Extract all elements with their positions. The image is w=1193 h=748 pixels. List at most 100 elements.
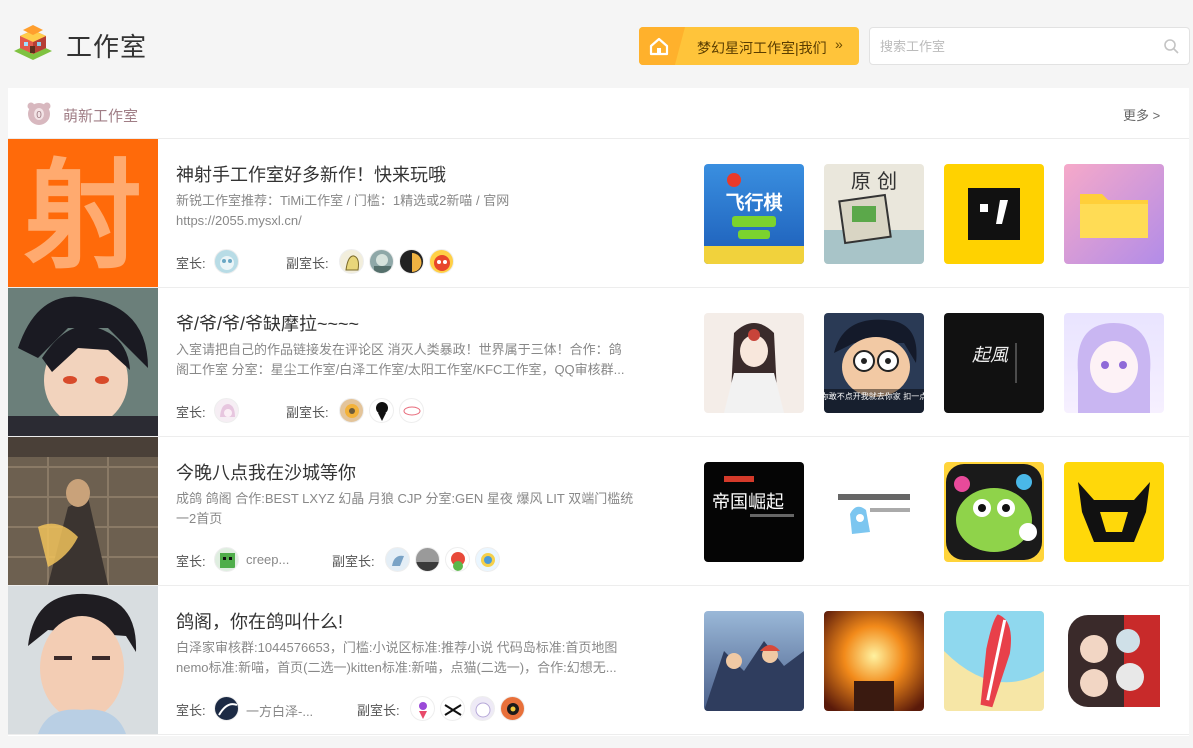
vice-owner-label: 副室长: [286, 405, 329, 420]
owners: 室长: 副室长: [176, 398, 696, 424]
game-thumbnail[interactable] [1064, 313, 1164, 413]
game-thumbnail[interactable] [1064, 611, 1164, 711]
vice-owner-avatar[interactable] [440, 696, 465, 721]
desc-line: 一2首页 [176, 511, 223, 526]
vice-owner-avatar[interactable] [470, 696, 495, 721]
owner-avatar[interactable] [214, 249, 239, 274]
studio-description: 成鸽 鸽阁 合作:BEST LXYZ 幻晶 月狼 CJP 分室:GEN 星夜 爆… [176, 489, 666, 529]
studio-title[interactable]: 今晚八点我在沙城等你 [176, 459, 356, 485]
game-title-text: 飞行棋 [725, 191, 782, 214]
studio-cover[interactable] [8, 437, 158, 585]
cover-calligraphy: 射 [24, 146, 142, 285]
owner-label: 室长: [176, 703, 206, 718]
studio-cover[interactable] [8, 288, 158, 436]
owner-label: 室长: [176, 554, 206, 569]
chevron-right-icon: » [835, 36, 843, 52]
game-title-text: 帝国崛起 [712, 492, 784, 513]
desc-line: 成鸽 鸽阁 合作:BEST LXYZ 幻晶 月狼 CJP 分室:GEN 星夜 爆… [176, 491, 634, 506]
section-header: 0 萌新工作室 更多 > [8, 88, 1189, 139]
game-title-text: 你敢不点开我就去你家 扣一点 [824, 391, 924, 401]
my-studio-button[interactable]: 梦幻星河工作室|我们 » [639, 27, 859, 65]
studio-description: 新锐工作室推荐：TiMi工作室 / 门槛：1精选或2新喵 / 官网 https:… [176, 191, 666, 231]
game-thumbnail[interactable] [944, 164, 1044, 264]
cover-image: 射 [8, 139, 158, 287]
studio-cover[interactable] [8, 586, 158, 734]
cover-image [8, 288, 158, 436]
game-title-text: 起風 [972, 345, 1009, 366]
game-list: 你敢不点开我就去你家 扣一点 起風 [704, 313, 1170, 413]
desc-line: 入室请把自己的作品链接发在评论区 消灭人类暴政！世界属于三体！合作：鸽 [176, 342, 622, 357]
game-thumbnail[interactable]: 帝国崛起 [704, 462, 804, 562]
game-thumbnail[interactable] [704, 611, 804, 711]
game-list: 帝国崛起 [704, 462, 1170, 562]
studio-title[interactable]: 爷/爷/爷/爷缺摩拉~~~~ [176, 310, 359, 336]
vice-owner-label: 副室长: [357, 703, 400, 718]
section-title: 萌新工作室 [63, 108, 139, 125]
vice-owner-label: 副室长: [332, 554, 375, 569]
studio-row[interactable]: 鸽阁，你在鸽叫什么! 白泽家审核群:1044576653，门槛:小说区标准:推荐… [8, 586, 1189, 735]
game-thumbnail[interactable] [944, 611, 1044, 711]
game-thumbnail[interactable] [944, 462, 1044, 562]
owner-avatar[interactable] [214, 547, 239, 572]
desc-line: 白泽家审核群:1044576653，门槛:小说区标准:推荐小说 代码岛标准:首页… [176, 640, 618, 655]
vice-owner-avatar[interactable] [339, 249, 364, 274]
vice-owner-avatar[interactable] [399, 249, 424, 274]
svg-text:0: 0 [36, 110, 42, 121]
studio-title[interactable]: 神射手工作室好多新作！快来玩哦 [176, 161, 446, 187]
game-thumbnail[interactable] [1064, 462, 1164, 562]
vice-owner-avatar[interactable] [415, 547, 440, 572]
desc-line: 阁工作室 分室：星尘工作室/白泽工作室/太阳工作室/KFC工作室，QQ审核群..… [176, 362, 625, 377]
studio-description: 白泽家审核群:1044576653，门槛:小说区标准:推荐小说 代码岛标准:首页… [176, 638, 666, 678]
game-title-text: 原 创 [851, 169, 897, 193]
studio-description: 入室请把自己的作品链接发在评论区 消灭人类暴政！世界属于三体！合作：鸽 阁工作室… [176, 340, 666, 380]
studio-list-panel: 0 萌新工作室 更多 > 射 神射手工作室好多新作！快来玩哦 新锐工作室推荐：T… [8, 88, 1189, 736]
search-icon[interactable] [1163, 38, 1179, 54]
game-thumbnail[interactable]: 你敢不点开我就去你家 扣一点 [824, 313, 924, 413]
owners: 室长: 一方白泽-... 副室长: [176, 696, 696, 722]
game-thumbnail[interactable] [824, 611, 924, 711]
cover-image [8, 586, 158, 734]
studio-row[interactable]: 射 神射手工作室好多新作！快来玩哦 新锐工作室推荐：TiMi工作室 / 门槛：1… [8, 139, 1189, 288]
game-thumbnail[interactable] [1064, 164, 1164, 264]
owners: 室长: 副室长: [176, 249, 696, 275]
studio-house-icon [14, 25, 52, 60]
owner-name[interactable]: creep... [246, 552, 289, 567]
studio-cover[interactable]: 射 [8, 139, 158, 287]
page-title: 工作室 [66, 32, 148, 62]
game-thumbnail[interactable]: 原 创 [824, 164, 924, 264]
game-list: 飞行棋 原 创 [704, 164, 1170, 264]
vice-owner-avatar[interactable] [369, 398, 394, 423]
level-badge-icon: 0 [27, 102, 51, 125]
vice-owner-avatar[interactable] [429, 249, 454, 274]
owners: 室长: creep... 副室长: [176, 547, 696, 573]
vice-owner-avatar[interactable] [445, 547, 470, 572]
studio-search [869, 27, 1190, 65]
game-thumbnail[interactable]: 飞行棋 [704, 164, 804, 264]
studio-row[interactable]: 爷/爷/爷/爷缺摩拉~~~~ 入室请把自己的作品链接发在评论区 消灭人类暴政！世… [8, 288, 1189, 437]
vice-owner-avatar[interactable] [475, 547, 500, 572]
home-icon [649, 37, 669, 56]
desc-line: nemo标准:新喵，首页(二选一)kitten标准:新喵，点猫(二选一)，合作:… [176, 660, 617, 675]
vice-owner-avatar[interactable] [399, 398, 424, 423]
vice-owner-avatar[interactable] [385, 547, 410, 572]
desc-line: https://2055.mysxl.cn/ [176, 213, 302, 228]
owner-name[interactable]: 一方白泽-... [246, 701, 313, 720]
more-link[interactable]: 更多 > [1123, 105, 1160, 124]
game-thumbnail[interactable] [704, 313, 804, 413]
game-thumbnail[interactable] [824, 462, 924, 562]
my-studio-label: 梦幻星河工作室|我们 [697, 40, 827, 56]
game-thumbnail[interactable]: 起風 [944, 313, 1044, 413]
owner-avatar[interactable] [214, 398, 239, 423]
vice-owner-avatar[interactable] [500, 696, 525, 721]
owner-label: 室长: [176, 405, 206, 420]
vice-owner-avatar[interactable] [369, 249, 394, 274]
desc-line: 新锐工作室推荐：TiMi工作室 / 门槛：1精选或2新喵 / 官网 [176, 193, 510, 208]
search-input[interactable] [880, 36, 1150, 56]
owner-avatar[interactable] [214, 696, 239, 721]
cover-image [8, 437, 158, 585]
game-list [704, 611, 1170, 711]
studio-title[interactable]: 鸽阁，你在鸽叫什么! [176, 608, 343, 634]
vice-owner-avatar[interactable] [339, 398, 364, 423]
vice-owner-avatar[interactable] [410, 696, 435, 721]
studio-row[interactable]: 今晚八点我在沙城等你 成鸽 鸽阁 合作:BEST LXYZ 幻晶 月狼 CJP … [8, 437, 1189, 586]
